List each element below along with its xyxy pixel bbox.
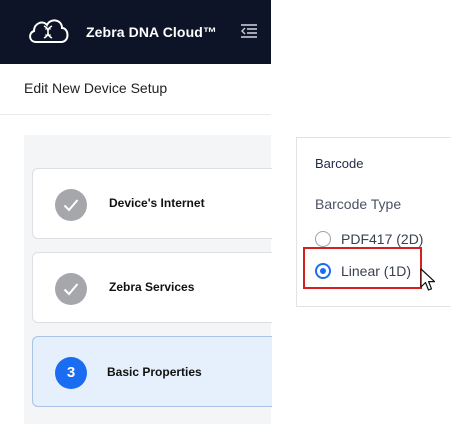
step-number: 3 xyxy=(66,364,76,381)
app-title: Zebra DNA Cloud™ xyxy=(86,24,217,40)
step-basic-properties[interactable]: 3 Basic Properties xyxy=(32,336,272,407)
menu-collapse-icon[interactable] xyxy=(240,23,258,39)
step-devices-internet[interactable]: Device's Internet xyxy=(32,168,272,239)
page-header: Edit New Device Setup xyxy=(0,64,271,115)
step-zebra-services[interactable]: Zebra Services xyxy=(32,252,272,323)
step-number-indicator: 3 xyxy=(55,357,87,389)
panel-title: Barcode xyxy=(315,156,364,171)
radio-button[interactable] xyxy=(315,231,331,247)
top-bar: Zebra DNA Cloud™ xyxy=(0,0,271,64)
step-label: Zebra Services xyxy=(109,280,195,294)
radio-label[interactable]: PDF417 (2D) xyxy=(341,231,423,247)
step-completed-indicator xyxy=(55,273,87,305)
barcode-type-label: Barcode Type xyxy=(315,196,402,212)
step-label: Device's Internet xyxy=(109,196,205,210)
check-icon xyxy=(63,199,79,212)
check-icon xyxy=(63,283,79,296)
step-label: Basic Properties xyxy=(107,365,202,379)
highlight-annotation xyxy=(303,247,422,289)
mouse-cursor-icon xyxy=(420,268,436,291)
step-completed-indicator xyxy=(55,189,87,221)
cloud-dna-icon xyxy=(29,19,69,43)
page-title: Edit New Device Setup xyxy=(24,80,168,96)
